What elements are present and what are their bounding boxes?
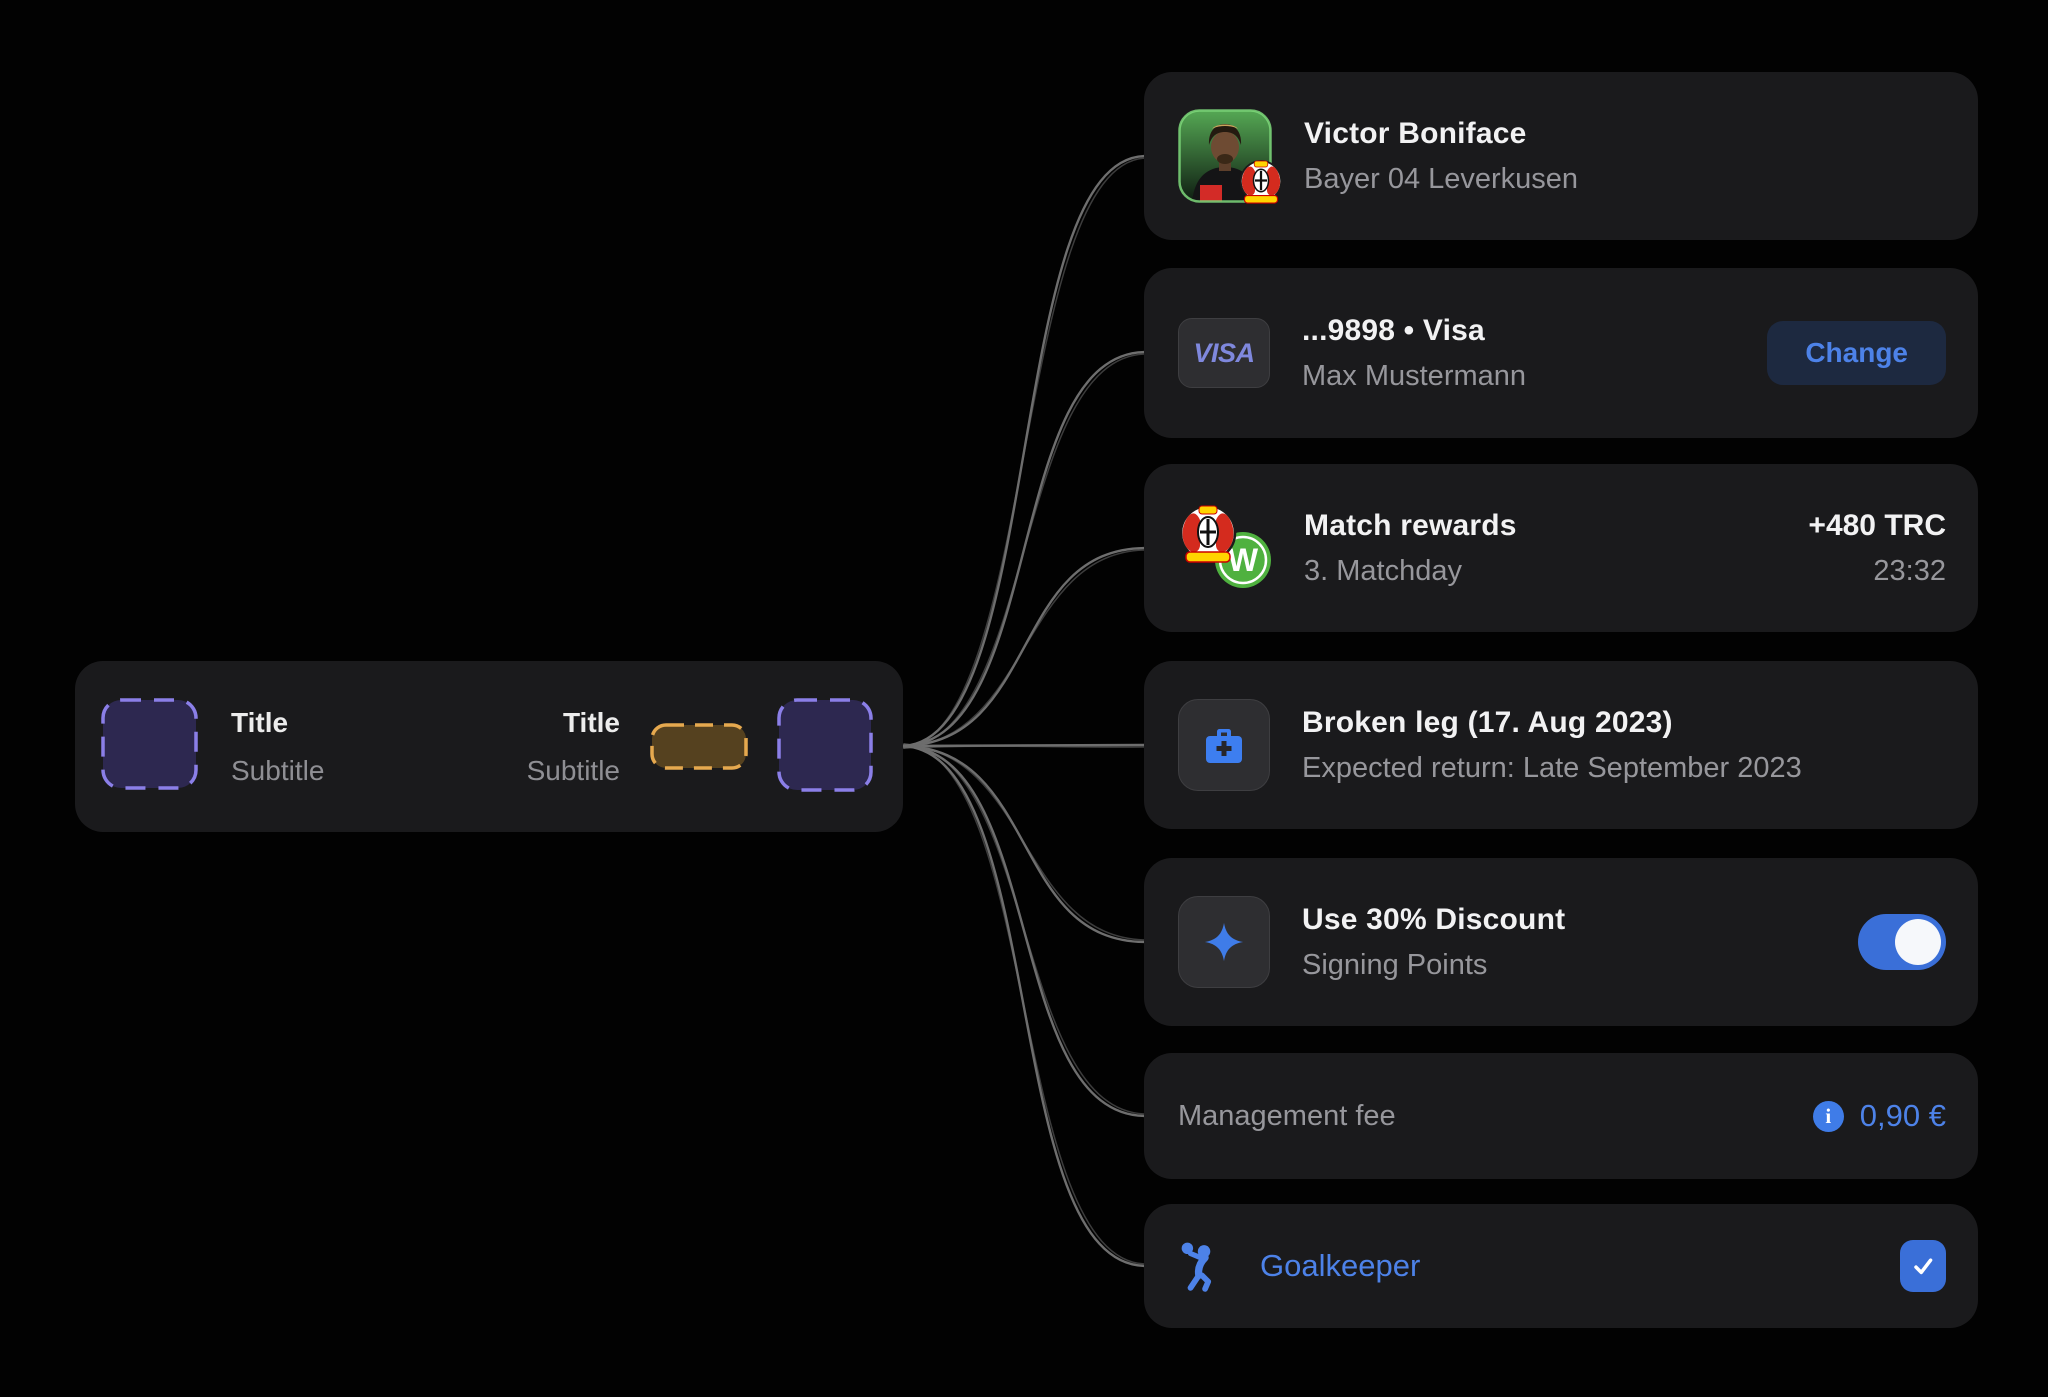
spec-left-title: Title — [231, 706, 324, 740]
goalkeeper-label: Goalkeeper — [1260, 1248, 1420, 1284]
canvas: Title Subtitle Title Subtitle — [0, 0, 2048, 1397]
discount-card: Use 30% Discount Signing Points — [1144, 858, 1978, 1026]
sparkle-icon — [1178, 896, 1270, 988]
fee-value: 0,90 € — [1860, 1098, 1946, 1134]
connector-line-sketch — [904, 354, 1146, 748]
discount-toggle[interactable] — [1858, 914, 1946, 970]
player-avatar — [1178, 109, 1272, 203]
connector-line — [903, 745, 1146, 746]
goalkeeper-checkbox[interactable] — [1900, 1240, 1946, 1292]
management-fee-card: Management fee i 0,90 € — [1144, 1053, 1978, 1179]
leading-slot-placeholder — [101, 698, 198, 790]
connector-line — [903, 746, 1146, 1266]
goalkeeper-icon — [1178, 1240, 1228, 1292]
value-slot-placeholder — [650, 723, 748, 770]
card-holder: Max Mustermann — [1302, 360, 1526, 393]
change-payment-button[interactable]: Change — [1767, 321, 1946, 385]
rewards-amount: +480 TRC — [1808, 509, 1946, 543]
medical-kit-icon — [1178, 699, 1270, 791]
toggle-knob — [1895, 919, 1941, 965]
injury-title: Broken leg (17. Aug 2023) — [1302, 706, 1802, 740]
list-item-spec-card: Title Subtitle Title Subtitle — [75, 661, 903, 832]
spec-right-title: Title — [563, 706, 620, 740]
connector-line — [903, 352, 1146, 746]
info-icon[interactable]: i — [1813, 1101, 1844, 1132]
bayer-leverkusen-badge-icon — [1238, 158, 1284, 211]
rewards-title: Match rewards — [1304, 509, 1517, 543]
goalkeeper-row[interactable]: Goalkeeper — [1144, 1204, 1978, 1328]
connector-line-sketch — [904, 550, 1146, 747]
connector-line-sketch — [904, 745, 1146, 940]
rewards-time: 23:32 — [1873, 555, 1946, 588]
fee-label: Management fee — [1178, 1100, 1396, 1133]
match-badges: W — [1178, 502, 1272, 594]
visa-icon: VISA — [1178, 318, 1270, 388]
spec-left-text: Title Subtitle — [231, 706, 324, 788]
discount-title: Use 30% Discount — [1302, 903, 1565, 937]
connector-line-sketch — [904, 744, 1146, 1264]
spec-right-text: Title Subtitle — [527, 706, 620, 788]
connector-line — [903, 746, 1146, 942]
player-card: Victor Boniface Bayer 04 Leverkusen — [1144, 72, 1978, 240]
discount-subtitle: Signing Points — [1302, 949, 1565, 982]
card-number: ...9898 • Visa — [1302, 314, 1526, 348]
spec-left-subtitle: Subtitle — [231, 754, 324, 788]
connector-line — [903, 746, 1146, 1116]
injury-return: Expected return: Late September 2023 — [1302, 752, 1802, 785]
rewards-matchday: 3. Matchday — [1304, 555, 1517, 588]
connector-line-sketch — [903, 746, 1146, 748]
trailing-slot-placeholder — [777, 698, 873, 792]
player-name: Victor Boniface — [1304, 117, 1578, 151]
connector-line — [903, 548, 1146, 746]
connector-line — [903, 156, 1146, 746]
player-club: Bayer 04 Leverkusen — [1304, 163, 1578, 196]
bayer-leverkusen-badge-icon — [1178, 502, 1238, 571]
connector-line-sketch — [904, 158, 1146, 748]
check-icon — [1908, 1252, 1938, 1280]
spec-right-subtitle: Subtitle — [527, 754, 620, 788]
connector-line-sketch — [904, 744, 1146, 1114]
match-rewards-card: W Match rewards 3. Matchday — [1144, 464, 1978, 632]
payment-card: VISA ...9898 • Visa Max Mustermann Chang… — [1144, 268, 1978, 438]
injury-card: Broken leg (17. Aug 2023) Expected retur… — [1144, 661, 1978, 829]
